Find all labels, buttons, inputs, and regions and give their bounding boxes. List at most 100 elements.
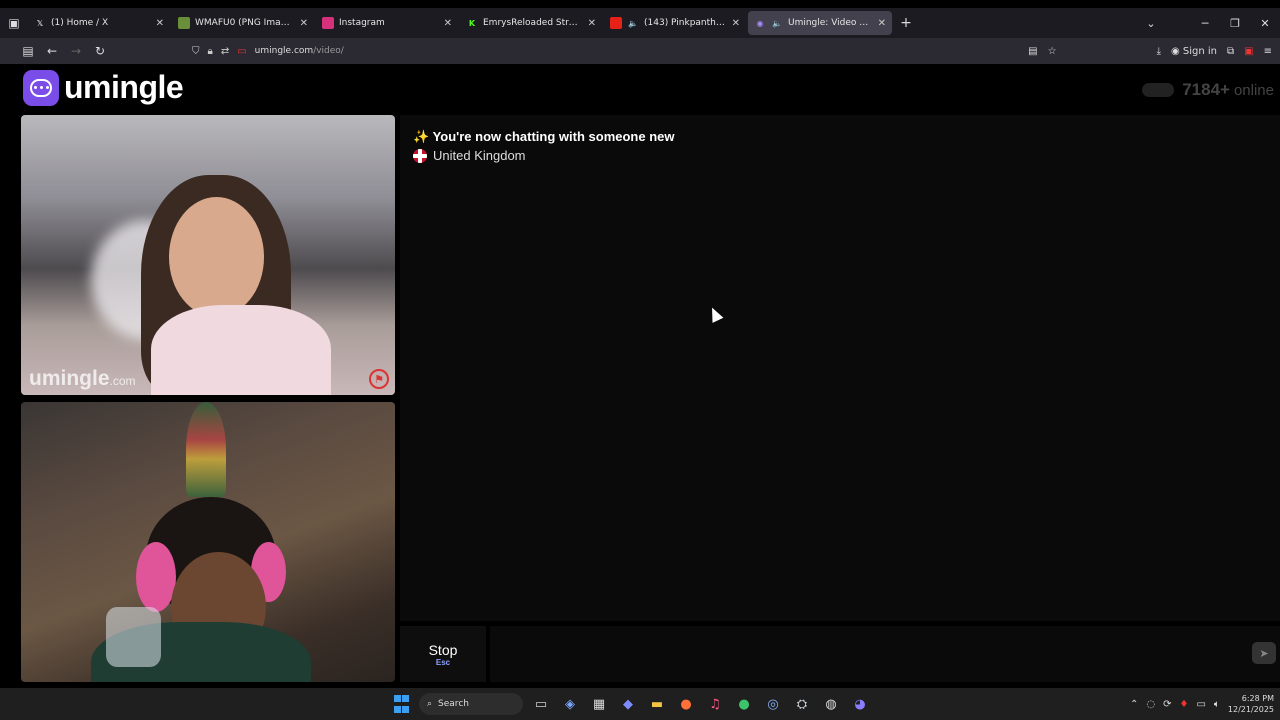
close-icon[interactable]: ✕ (732, 18, 740, 29)
page: umingle 7184+ online umingle.com ⚑ ✨ You… (14, 64, 1280, 686)
tab-kick[interactable]: K EmrysReloaded Stream - Watch ✕ (460, 11, 602, 35)
start-icon[interactable] (390, 693, 412, 715)
taskbar: ⌕ Search ▭ ◈ ▦ ◆ ▬ ● ♫ ● ◎ ⛭ ◍ ◕ ⌃ ◌ ⟳ ♦… (0, 688, 1280, 720)
reader-mode-icon[interactable]: ▤ (1028, 46, 1037, 57)
app-icon[interactable]: ● (733, 693, 755, 715)
report-icon[interactable]: ⚑ (369, 369, 389, 389)
online-label: online (1233, 81, 1274, 99)
close-icon[interactable]: ✕ (588, 18, 596, 29)
task-view-icon[interactable]: ▭ (530, 693, 552, 715)
copilot-icon[interactable]: ◈ (559, 693, 581, 715)
umingle-icon: ◉ (756, 18, 764, 28)
chat-bubble-icon (23, 69, 59, 106)
list-all-tabs-icon[interactable]: ⌄ (1136, 17, 1166, 30)
tray-app-icon[interactable]: ◌ (1146, 699, 1155, 710)
watermark-suffix: .com (109, 374, 136, 388)
browser-navbar: ▤ ← → ↻ ⛉ 🔒︎ ⇄ ▭ umingle.com/video/ ▤ ☆ … (0, 38, 1280, 64)
kick-icon: K (468, 18, 476, 28)
sidebar-icon[interactable]: ▤ (16, 44, 40, 58)
bookmark-star-icon[interactable]: ☆ (1048, 46, 1057, 57)
tab-title: (1) Home / X (51, 18, 109, 28)
close-icon[interactable]: ✕ (156, 18, 164, 29)
new-tab-icon[interactable]: + (894, 15, 918, 31)
chevron-up-icon[interactable]: ⌃ (1130, 699, 1138, 710)
reload-icon[interactable]: ↻ (88, 44, 112, 58)
taskbar-search[interactable]: ⌕ Search (419, 693, 523, 715)
sign-in-label: Sign in (1182, 45, 1218, 57)
window-controls: ⌄ ─ ❐ ✕ (1136, 8, 1280, 38)
menu-icon[interactable]: ≡ (1264, 46, 1272, 57)
file-explorer-icon[interactable]: ▬ (646, 693, 668, 715)
microphone-icon[interactable]: ♦ (1179, 699, 1188, 710)
send-icon[interactable]: ➤ (1252, 642, 1276, 664)
tab-title: Instagram (339, 18, 385, 28)
watermark: umingle.com (29, 367, 136, 391)
minimize-icon[interactable]: ─ (1190, 17, 1220, 30)
instagram-icon (322, 17, 334, 29)
volume-icon[interactable]: 🔈︎ (1214, 699, 1220, 710)
network-icon[interactable]: ▭ (1196, 699, 1205, 710)
download-icon[interactable]: ⤓ (1157, 46, 1161, 57)
close-icon[interactable]: ✕ (878, 18, 886, 29)
window-close-icon[interactable]: ✕ (1250, 17, 1280, 30)
close-icon[interactable]: ✕ (300, 18, 308, 29)
tab-umingle[interactable]: ◉ 🔈 Umingle: Video Chat with S ✕ (748, 11, 892, 35)
tab-youtube[interactable]: 🔈 (143) Pinkpantheress Playlis ✕ (604, 11, 746, 35)
url-domain: umingle.com (254, 46, 314, 56)
search-label: Search (438, 699, 469, 709)
video-content (151, 305, 331, 395)
stop-shortcut: Esc (435, 657, 451, 667)
speaker-icon[interactable]: 🔈 (771, 17, 783, 29)
app-icon[interactable]: ◎ (762, 693, 784, 715)
uk-flag-icon (413, 148, 427, 163)
extensions-icon[interactable]: ⧉ (1227, 46, 1234, 57)
discord-icon[interactable]: ◕ (849, 693, 871, 715)
tab-overview-icon[interactable]: ▣ (0, 8, 28, 38)
stop-button[interactable]: Stop Esc (400, 626, 486, 682)
message-input[interactable] (490, 626, 1280, 682)
extension-badge-icon[interactable]: ▣ (1244, 46, 1253, 57)
search-icon: ⌕ (427, 699, 433, 709)
permissions-icon[interactable]: ⇄ (221, 46, 229, 57)
forward-icon[interactable]: → (64, 44, 88, 58)
account-button[interactable]: ◉ Sign in (1171, 46, 1217, 57)
video-content (136, 542, 176, 612)
site-logo[interactable]: umingle (23, 69, 184, 106)
tab-image[interactable]: WMAFU0 (PNG Image, 873 × 1 ✕ (172, 11, 314, 35)
close-icon[interactable]: ✕ (444, 18, 452, 29)
url-bar[interactable]: ⛉ 🔒︎ ⇄ ▭ umingle.com/video/ (192, 41, 1052, 61)
video-content (186, 402, 226, 497)
system-tray: ⌃ ◌ ⟳ ♦ ▭ 🔈︎ 6:28 PM 12/21/2025 (1130, 688, 1274, 720)
system-message: ✨ You're now chatting with someone new (413, 129, 675, 144)
theme-toggle[interactable] (1142, 83, 1175, 97)
url-path: /video/ (313, 46, 344, 56)
watermark-main: umingle (29, 367, 110, 390)
lock-icon[interactable]: 🔒︎ (208, 46, 213, 57)
tab-title: Umingle: Video Chat with S (788, 18, 872, 28)
tab-title: (143) Pinkpantheress Playlis (644, 18, 726, 28)
tab-x-home[interactable]: 𝕏 (1) Home / X ✕ (28, 11, 170, 35)
speaker-icon[interactable]: 🔈 (627, 17, 639, 29)
restore-icon[interactable]: ❐ (1220, 17, 1250, 30)
tab-instagram[interactable]: Instagram ✕ (316, 11, 458, 35)
x-icon: 𝕏 (36, 18, 44, 28)
taskbar-apps: ⌕ Search ▭ ◈ ▦ ◆ ▬ ● ♫ ● ◎ ⛭ ◍ ◕ (390, 688, 871, 720)
stop-label: Stop (428, 641, 458, 658)
clock[interactable]: 6:28 PM 12/21/2025 (1228, 693, 1274, 715)
store-icon[interactable]: ▦ (588, 693, 610, 715)
image-icon (178, 17, 190, 29)
music-icon[interactable]: ♫ (704, 693, 726, 715)
camera-icon[interactable]: ▭ (237, 46, 246, 57)
steam-icon[interactable]: ⛭ (791, 693, 813, 715)
clock-time: 6:28 PM (1241, 694, 1274, 703)
firefox-icon[interactable]: ● (675, 693, 697, 715)
back-icon[interactable]: ← (40, 44, 64, 58)
online-status: 7184+ online (1142, 80, 1274, 100)
app-icon[interactable]: ◆ (617, 693, 639, 715)
partner-country: United Kingdom (413, 148, 526, 163)
obs-icon[interactable]: ◍ (820, 693, 842, 715)
chat-log: ✨ You're now chatting with someone new U… (400, 115, 1280, 621)
shield-icon[interactable]: ⛉ (192, 46, 200, 57)
tab-title: EmrysReloaded Stream - Watch (483, 18, 582, 28)
sync-icon[interactable]: ⟳ (1163, 699, 1171, 710)
